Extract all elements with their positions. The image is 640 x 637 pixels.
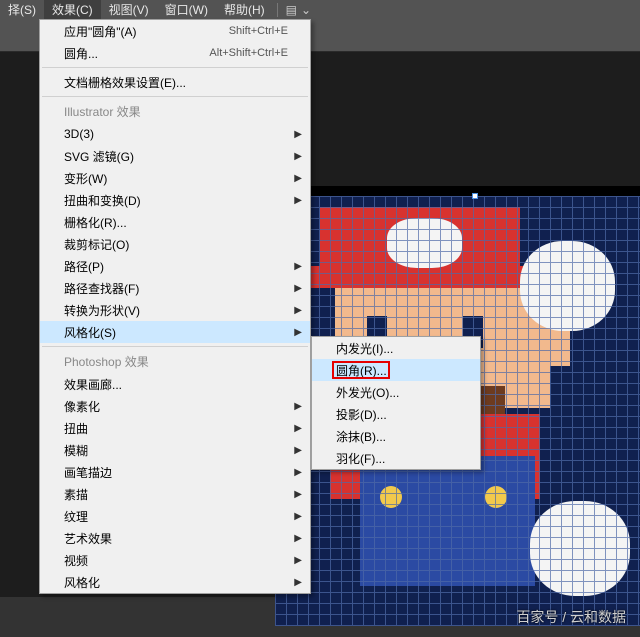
apply-last-effect[interactable]: 应用"圆角"(A) Shift+Ctrl+E <box>40 20 310 42</box>
submenu-arrow-icon: ▶ <box>294 423 302 434</box>
menubar: 择(S) 效果(C) 视图(V) 窗口(W) 帮助(H) ▤ ⌄ <box>0 0 640 20</box>
submenu-arrow-icon: ▶ <box>294 327 302 338</box>
menu-label: 转换为形状(V) <box>64 302 288 319</box>
menu-label: 像素化 <box>64 398 288 415</box>
section-photoshop: Photoshop 效果 <box>40 350 310 373</box>
menubar-divider <box>277 3 278 17</box>
sub-item-4[interactable]: 涂抹(B)... <box>312 425 480 447</box>
menu-select[interactable]: 择(S) <box>0 0 44 20</box>
last-effect[interactable]: 圆角... Alt+Shift+Ctrl+E <box>40 42 310 64</box>
menu-window[interactable]: 窗口(W) <box>157 0 216 20</box>
sub-item-5[interactable]: 羽化(F)... <box>312 447 480 469</box>
menu-label: 裁剪标记(O) <box>64 236 288 253</box>
workspace-switcher[interactable]: ▤ ⌄ <box>282 3 315 17</box>
submenu-arrow-icon: ▶ <box>294 533 302 544</box>
ai-item-1[interactable]: SVG 滤镜(G) ▶ <box>40 145 310 167</box>
menu-label: 外发光(O)... <box>336 384 458 401</box>
submenu-arrow-icon: ▶ <box>294 401 302 412</box>
effects-dropdown: 应用"圆角"(A) Shift+Ctrl+E 圆角... Alt+Shift+C… <box>39 19 311 594</box>
ps-item-0[interactable]: 效果画廊... <box>40 373 310 395</box>
submenu-arrow-icon: ▶ <box>294 261 302 272</box>
submenu-arrow-icon: ▶ <box>294 195 302 206</box>
menu-label: 圆角(R)... <box>336 362 458 379</box>
menu-label: 文档栅格效果设置(E)... <box>64 74 288 91</box>
chevron-down-icon: ⌄ <box>301 3 311 17</box>
handle-tm[interactable] <box>472 193 478 199</box>
ai-item-6[interactable]: 路径(P) ▶ <box>40 255 310 277</box>
ps-item-5[interactable]: 素描 ▶ <box>40 483 310 505</box>
ai-item-2[interactable]: 变形(W) ▶ <box>40 167 310 189</box>
menu-label: 扭曲和变换(D) <box>64 192 288 209</box>
separator <box>42 96 308 97</box>
menu-label: 风格化 <box>64 574 288 591</box>
ps-item-9[interactable]: 风格化 ▶ <box>40 571 310 593</box>
menu-shortcut: Shift+Ctrl+E <box>229 25 288 37</box>
menu-label: 素描 <box>64 486 288 503</box>
submenu-arrow-icon: ▶ <box>294 489 302 500</box>
ai-item-8[interactable]: 转换为形状(V) ▶ <box>40 299 310 321</box>
stylize-submenu: 内发光(I)... 圆角(R)... 外发光(O)... 投影(D)... 涂抹(B).… <box>311 336 481 470</box>
ai-item-3[interactable]: 扭曲和变换(D) ▶ <box>40 189 310 211</box>
menu-label: 模糊 <box>64 442 288 459</box>
ai-item-0[interactable]: 3D(3) ▶ <box>40 123 310 145</box>
doc-raster-settings[interactable]: 文档栅格效果设置(E)... <box>40 71 310 93</box>
submenu-arrow-icon: ▶ <box>294 283 302 294</box>
menu-help[interactable]: 帮助(H) <box>216 0 273 20</box>
submenu-arrow-icon: ▶ <box>294 577 302 588</box>
menu-label: 纹理 <box>64 508 288 525</box>
ai-item-9[interactable]: 风格化(S) ▶ <box>40 321 310 343</box>
menu-label: 画笔描边 <box>64 464 288 481</box>
submenu-arrow-icon: ▶ <box>294 467 302 478</box>
menu-label: 路径(P) <box>64 258 288 275</box>
submenu-arrow-icon: ▶ <box>294 173 302 184</box>
ps-item-1[interactable]: 像素化 ▶ <box>40 395 310 417</box>
menu-label: 涂抹(B)... <box>336 428 458 445</box>
ps-item-8[interactable]: 视频 ▶ <box>40 549 310 571</box>
menu-view[interactable]: 视图(V) <box>101 0 157 20</box>
menu-label: 视频 <box>64 552 288 569</box>
menu-label: 变形(W) <box>64 170 288 187</box>
menu-label: 圆角... <box>64 45 209 62</box>
ps-item-3[interactable]: 模糊 ▶ <box>40 439 310 461</box>
sub-item-2[interactable]: 外发光(O)... <box>312 381 480 403</box>
menu-label: 路径查找器(F) <box>64 280 288 297</box>
submenu-arrow-icon: ▶ <box>294 445 302 456</box>
menu-label: 风格化(S) <box>64 324 288 341</box>
sub-item-3[interactable]: 投影(D)... <box>312 403 480 425</box>
menu-label: 羽化(F)... <box>336 450 458 467</box>
menu-label: SVG 滤镜(G) <box>64 148 288 165</box>
ai-item-7[interactable]: 路径查找器(F) ▶ <box>40 277 310 299</box>
submenu-arrow-icon: ▶ <box>294 305 302 316</box>
ps-item-2[interactable]: 扭曲 ▶ <box>40 417 310 439</box>
ps-item-4[interactable]: 画笔描边 ▶ <box>40 461 310 483</box>
separator <box>42 346 308 347</box>
sub-item-0[interactable]: 内发光(I)... <box>312 337 480 359</box>
submenu-arrow-icon: ▶ <box>294 555 302 566</box>
section-illustrator: Illustrator 效果 <box>40 100 310 123</box>
ps-item-7[interactable]: 艺术效果 ▶ <box>40 527 310 549</box>
menu-effects[interactable]: 效果(C) <box>44 0 101 20</box>
watermark: 百家号 / 云和数据 <box>516 607 626 627</box>
separator <box>42 67 308 68</box>
workspace-icon: ▤ <box>286 3 297 17</box>
menu-label: 投影(D)... <box>336 406 458 423</box>
menu-shortcut: Alt+Shift+Ctrl+E <box>209 47 288 59</box>
menu-label: 艺术效果 <box>64 530 288 547</box>
menu-label: 内发光(I)... <box>336 340 458 357</box>
menu-label: 扭曲 <box>64 420 288 437</box>
ps-item-6[interactable]: 纹理 ▶ <box>40 505 310 527</box>
menu-label: 栅格化(R)... <box>64 214 288 231</box>
menu-label: 应用"圆角"(A) <box>64 23 229 40</box>
ai-item-4[interactable]: 栅格化(R)... <box>40 211 310 233</box>
submenu-arrow-icon: ▶ <box>294 151 302 162</box>
ai-item-5[interactable]: 裁剪标记(O) <box>40 233 310 255</box>
submenu-arrow-icon: ▶ <box>294 511 302 522</box>
sub-item-1[interactable]: 圆角(R)... <box>312 359 480 381</box>
menu-label: 3D(3) <box>64 127 288 141</box>
menu-label: 效果画廊... <box>64 376 288 393</box>
submenu-arrow-icon: ▶ <box>294 129 302 140</box>
